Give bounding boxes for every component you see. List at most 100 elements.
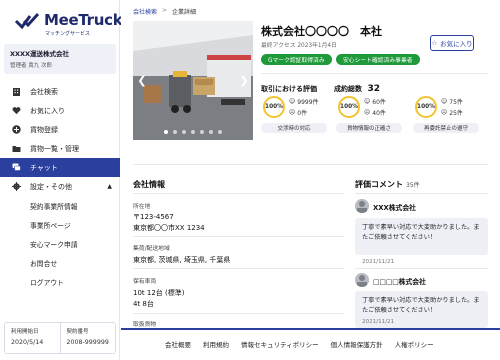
avatar	[355, 273, 369, 287]
bad-count-value: 25件	[449, 110, 463, 117]
vehicles-line-2: 4t 8台	[133, 300, 154, 308]
breadcrumb-root[interactable]: 会社検索	[133, 7, 157, 16]
area-label: 集荷/配送地域	[133, 246, 170, 252]
divider	[355, 268, 488, 269]
divider	[133, 236, 344, 237]
section-divider	[133, 164, 488, 165]
carousel-dot[interactable]	[164, 130, 168, 134]
nav-cargo-register[interactable]: 貨物登録	[0, 120, 120, 139]
bad-count: ☹ 0件	[289, 108, 307, 117]
footer-link-human-rights[interactable]: 人権ポリシー	[395, 339, 434, 349]
metric-negotiation: 100% ☺ 9999件 ☹ 0件 交渉時の対応	[261, 96, 334, 136]
breadcrumb: 会社検索 > 企業詳細	[133, 7, 196, 16]
carousel-dot[interactable]	[200, 130, 204, 134]
nav-company-search[interactable]: 会社検索	[0, 82, 120, 101]
deals-label: 成約総数	[334, 85, 362, 93]
company-photo-carousel[interactable]: ❮ ❯	[133, 21, 253, 140]
logo[interactable]: MeeTruck マッチングサービス	[14, 10, 123, 40]
account-user: 管理者 責九 次郎	[10, 63, 52, 69]
safety-sheet-badge: 安心シート確認済み事業者	[336, 54, 420, 65]
carousel-dot[interactable]	[182, 130, 186, 134]
divider	[355, 193, 488, 194]
footer-link-terms[interactable]: 利用規約	[203, 339, 229, 349]
breadcrumb-current: 企業詳細	[172, 9, 197, 16]
footer-links: 会社概要 利用規約 情報セキュリティポリシー 個人情報保護方針 人権ポリシー	[165, 339, 434, 349]
plus-circle-icon	[12, 125, 21, 134]
bad-count: ☹ 25件	[441, 108, 463, 117]
warehouse-photo	[133, 21, 253, 140]
nav-label: チャット	[30, 163, 58, 172]
review-heading: 評価コメント 35件	[355, 179, 420, 190]
bad-count: ☹ 40件	[364, 108, 386, 117]
logo-tagline: マッチングサービス	[45, 31, 91, 37]
chat-icon	[12, 163, 21, 172]
sub-safety-mark[interactable]: 安心マーク申請	[0, 234, 120, 253]
smile-icon: ☺	[289, 98, 296, 105]
divider	[133, 313, 344, 314]
sub-contract-office[interactable]: 契約事業所情報	[0, 196, 120, 215]
carousel-dot[interactable]	[173, 130, 177, 134]
good-count-value: 9999件	[297, 99, 319, 106]
metric-label: 貨物情報の正確さ	[336, 123, 402, 133]
sub-contact[interactable]: お問合せ	[0, 253, 120, 272]
frown-icon: ☹	[441, 109, 448, 116]
carousel-dot[interactable]	[209, 130, 213, 134]
usage-start: 利用開始日 2020/5/14	[5, 323, 60, 353]
company-name: 株式会社〇〇〇〇 本社	[261, 25, 382, 38]
favorite-label: お気に入り	[440, 40, 473, 48]
star-icon: ☆	[431, 39, 438, 47]
reviewer-name: □□□□株式会社	[373, 278, 426, 286]
bad-count-value: 40件	[372, 110, 386, 117]
main: 会社検索 > 企業詳細 ❮ ❯ 株式会社〇〇〇〇 本社 最終アクセス 2023年…	[121, 0, 500, 360]
last-access: 最終アクセス 2023年1月4日	[261, 43, 337, 49]
review-count: 35件	[406, 182, 420, 189]
contract-value: 2008-999999	[66, 339, 109, 346]
company-detail: 会社検索 > 企業詳細 ❮ ❯ 株式会社〇〇〇〇 本社 最終アクセス 2023年…	[121, 0, 500, 328]
avatar	[355, 199, 369, 213]
reviewer-name: XXX株式会社	[373, 204, 416, 212]
review-text: 丁寧で素早い対応で大変助かりました。またご依頼させてください！	[355, 218, 488, 255]
metric-label: 再委託禁止の遵守	[413, 123, 479, 133]
frown-icon: ☹	[289, 109, 296, 116]
carousel-dot[interactable]	[191, 130, 195, 134]
footer-link-privacy[interactable]: 個人情報保護方針	[331, 339, 383, 349]
gear-icon	[12, 182, 21, 191]
review-heading-text: 評価コメント	[355, 180, 403, 189]
footer-link-security[interactable]: 情報セキュリティポリシー	[241, 339, 319, 349]
usage-start-label: 利用開始日	[11, 329, 39, 335]
account-company: XXXX運送株式会社	[10, 50, 70, 58]
address-label: 所在地	[133, 204, 151, 210]
carousel-next-icon[interactable]: ❯	[237, 73, 251, 87]
nav-cargo-list[interactable]: 貨物一覧・管理	[0, 139, 120, 158]
evaluation-title: 取引における評価	[261, 85, 317, 93]
percent-ring: 100%	[338, 96, 360, 118]
metric-label: 交渉時の対応	[261, 123, 327, 133]
sub-logout[interactable]: ログアウト	[0, 272, 120, 291]
area: 東京都, 茨城県, 埼玉県, 千葉県	[133, 256, 231, 264]
percent-ring: 100%	[415, 96, 437, 118]
metric-cargo-accuracy: 100% ☺ 60件 ☹ 40件 貨物情報の正確さ	[336, 96, 409, 136]
nav-chat[interactable]: チャット	[0, 158, 120, 177]
nav-favorites[interactable]: お気に入り	[0, 101, 120, 120]
contract-number: 契約番号 2008-999999	[59, 323, 116, 353]
folder-icon	[12, 144, 21, 153]
sub-office-page[interactable]: 事業所ページ	[0, 215, 120, 234]
nav-label: 貨物登録	[30, 125, 58, 134]
deals-total: 成約総数 32	[334, 84, 380, 94]
nav-settings[interactable]: 設定・その他 ▲	[0, 177, 120, 196]
good-count-value: 75件	[449, 99, 463, 106]
good-count-value: 60件	[372, 99, 386, 106]
chevron-up-icon: ▲	[107, 183, 112, 190]
account-card: XXXX運送株式会社 管理者 責九 次郎	[4, 44, 116, 74]
usage-start-value: 2020/5/14	[11, 339, 44, 346]
footer-link-about[interactable]: 会社概要	[165, 339, 191, 349]
footer-bar: 会社概要 利用規約 情報セキュリティポリシー 個人情報保護方針 人権ポリシー	[121, 328, 500, 360]
usage-info: 利用開始日 2020/5/14 契約番号 2008-999999	[4, 322, 116, 354]
frown-icon: ☹	[364, 109, 371, 116]
vehicles-label: 保有車両	[133, 279, 157, 285]
smile-icon: ☺	[441, 98, 448, 105]
carousel-dot[interactable]	[218, 130, 222, 134]
favorite-button[interactable]: ☆ お気に入り	[430, 35, 474, 51]
company-info-heading: 会社情報	[133, 180, 165, 189]
carousel-prev-icon[interactable]: ❮	[135, 73, 149, 87]
